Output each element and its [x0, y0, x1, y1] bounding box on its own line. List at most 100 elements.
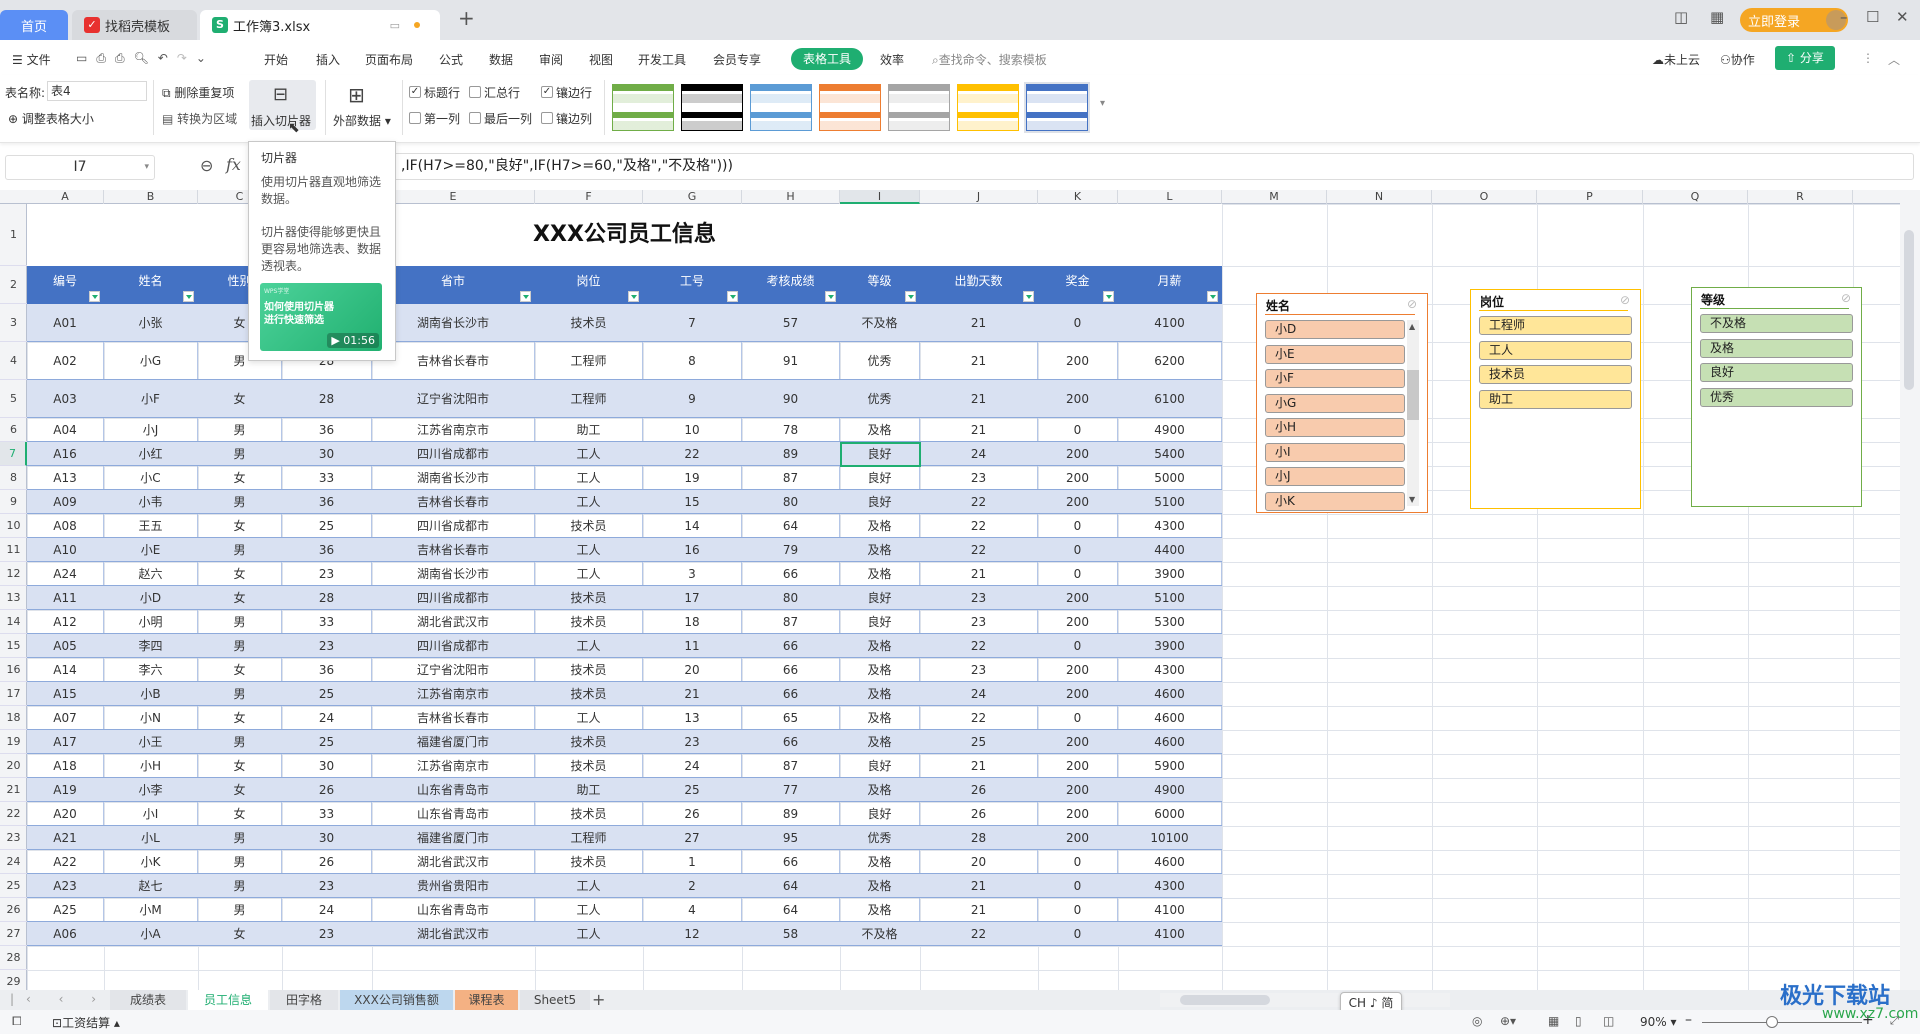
table-cell[interactable]: 及格 [840, 634, 920, 657]
menu-member[interactable]: 会员专享 [713, 51, 761, 68]
slicer-item[interactable]: 小E [1265, 344, 1405, 364]
table-cell[interactable]: 4100 [1118, 922, 1222, 945]
slicer-item[interactable]: 小D [1265, 320, 1405, 339]
table-cell[interactable]: 小韦 [104, 490, 198, 513]
table-cell[interactable]: 3 [643, 562, 742, 585]
slicer-item[interactable]: 助工 [1479, 389, 1632, 409]
eye-protect-icon[interactable]: ◎ [1472, 1014, 1482, 1028]
table-cell[interactable]: 4300 [1118, 658, 1222, 681]
table-cell[interactable]: 工程师 [535, 826, 643, 849]
table-cell[interactable]: 湖北省武汉市 [372, 922, 535, 945]
vertical-scroll-thumb[interactable] [1904, 230, 1914, 390]
table-cell[interactable]: 优秀 [840, 380, 920, 417]
table-cell[interactable]: 男 [198, 850, 282, 873]
column-header[interactable]: K [1038, 190, 1118, 204]
table-cell[interactable]: 及格 [840, 898, 920, 921]
table-cell[interactable]: 66 [742, 562, 840, 585]
table-cell[interactable]: 良好 [840, 466, 920, 489]
table-cell[interactable]: 良好 [840, 754, 920, 777]
print-preview-icon[interactable]: 🔍︎ [134, 51, 158, 65]
row-header[interactable]: 26 [0, 898, 27, 922]
slicer-item[interactable]: 工程师 [1479, 316, 1632, 335]
table-cell[interactable]: 技术员 [535, 682, 643, 705]
table-cell[interactable]: 技术员 [535, 658, 643, 681]
row-header[interactable]: 15 [0, 634, 27, 658]
share-button[interactable]: ⇧ 分享 [1775, 46, 1835, 70]
table-cell[interactable]: 小李 [104, 778, 198, 801]
sheet-tab[interactable]: Sheet5 [520, 990, 590, 1010]
cloud-status[interactable]: ☁未上云 [1652, 51, 1700, 68]
menu-start[interactable]: 开始 [264, 51, 288, 68]
table-cell[interactable]: 不及格 [840, 922, 920, 945]
table-cell[interactable]: 64 [742, 898, 840, 921]
tab-templates[interactable]: ✓ 找稻壳模板 [72, 10, 197, 40]
table-cell[interactable]: 65 [742, 706, 840, 729]
table-cell[interactable]: 山东省青岛市 [372, 778, 535, 801]
row-header[interactable]: 14 [0, 610, 27, 634]
last-column-checkbox[interactable] [469, 112, 481, 124]
table-cell[interactable]: 技术员 [535, 754, 643, 777]
table-cell[interactable]: 工程师 [535, 380, 643, 417]
zoom-slider[interactable] [1702, 1022, 1862, 1023]
table-cell[interactable]: 男 [198, 418, 282, 441]
table-cell[interactable]: A19 [27, 778, 104, 801]
table-name-input[interactable]: 表4 [47, 81, 147, 101]
table-cell[interactable]: 23 [282, 562, 372, 585]
collapse-ribbon-icon[interactable]: ︿ [1888, 51, 1900, 68]
table-cell[interactable]: 4900 [1118, 418, 1222, 441]
zoom-formula-icon[interactable]: ⊖ [200, 156, 213, 175]
page-view-icon[interactable]: ▯ [1575, 1014, 1582, 1028]
table-cell[interactable]: 不及格 [840, 304, 920, 341]
table-cell[interactable]: 6100 [1118, 380, 1222, 417]
filter-dropdown-icon[interactable] [183, 291, 194, 302]
table-cell[interactable]: 工人 [535, 898, 643, 921]
table-cell[interactable]: 江苏省南京市 [372, 418, 535, 441]
column-header[interactable]: P [1537, 190, 1643, 204]
table-style-option[interactable] [612, 84, 674, 131]
row-header[interactable]: 5 [0, 380, 27, 418]
table-cell[interactable]: A07 [27, 706, 104, 729]
table-cell[interactable]: 及格 [840, 778, 920, 801]
table-cell[interactable]: 小K [104, 850, 198, 873]
table-cell[interactable]: 91 [742, 342, 840, 379]
table-cell[interactable]: 0 [1038, 706, 1118, 729]
table-cell[interactable]: 30 [282, 442, 372, 465]
table-cell[interactable]: 66 [742, 850, 840, 873]
sheet-tab[interactable]: 员工信息 [188, 990, 268, 1010]
menu-data[interactable]: 数据 [489, 51, 513, 68]
convert-to-range-button[interactable]: ▤ 转换为区域 [162, 110, 237, 127]
table-cell[interactable]: 200 [1038, 826, 1118, 849]
sheet-title[interactable]: XXX公司员工信息 [27, 204, 1222, 266]
row-header[interactable]: 23 [0, 826, 27, 850]
table-cell[interactable]: 26 [643, 802, 742, 825]
table-cell[interactable]: 0 [1038, 634, 1118, 657]
table-cell[interactable]: 22 [920, 490, 1038, 513]
table-cell[interactable]: 6000 [1118, 802, 1222, 825]
filter-dropdown-icon[interactable] [825, 291, 836, 302]
table-cell[interactable]: A12 [27, 610, 104, 633]
table-header-cell[interactable]: 省市 [372, 266, 535, 304]
file-menu[interactable]: ☰ 文件 [12, 51, 51, 68]
table-cell[interactable]: 20 [920, 850, 1038, 873]
table-cell[interactable]: 李四 [104, 634, 198, 657]
slicer-item[interactable]: 及格 [1700, 338, 1853, 358]
table-cell[interactable]: 23 [920, 610, 1038, 633]
table-cell[interactable]: A04 [27, 418, 104, 441]
table-cell[interactable]: A10 [27, 538, 104, 561]
table-cell[interactable]: 23 [282, 922, 372, 945]
table-cell[interactable]: 89 [742, 442, 840, 465]
table-cell[interactable]: 200 [1038, 490, 1118, 513]
formula-input[interactable]: ,IF(H7>=80,"良好",IF(H7>=60,"及格","不及格"))) [330, 153, 1914, 180]
table-cell[interactable]: 四川省成都市 [372, 514, 535, 537]
table-cell[interactable]: 小张 [104, 304, 198, 341]
table-cell[interactable]: 57 [742, 304, 840, 341]
table-cell[interactable]: 女 [198, 380, 282, 417]
table-style-option[interactable] [1024, 82, 1090, 133]
table-cell[interactable]: 66 [742, 682, 840, 705]
table-cell[interactable]: 助工 [535, 418, 643, 441]
clear-filter-icon[interactable]: ⊘ [1407, 297, 1417, 311]
table-cell[interactable]: 200 [1038, 342, 1118, 379]
table-cell[interactable]: 辽宁省沈阳市 [372, 658, 535, 681]
row-header[interactable]: 3 [0, 304, 27, 342]
slicer-scrollbar[interactable]: ▲ ▼ [1407, 320, 1419, 506]
